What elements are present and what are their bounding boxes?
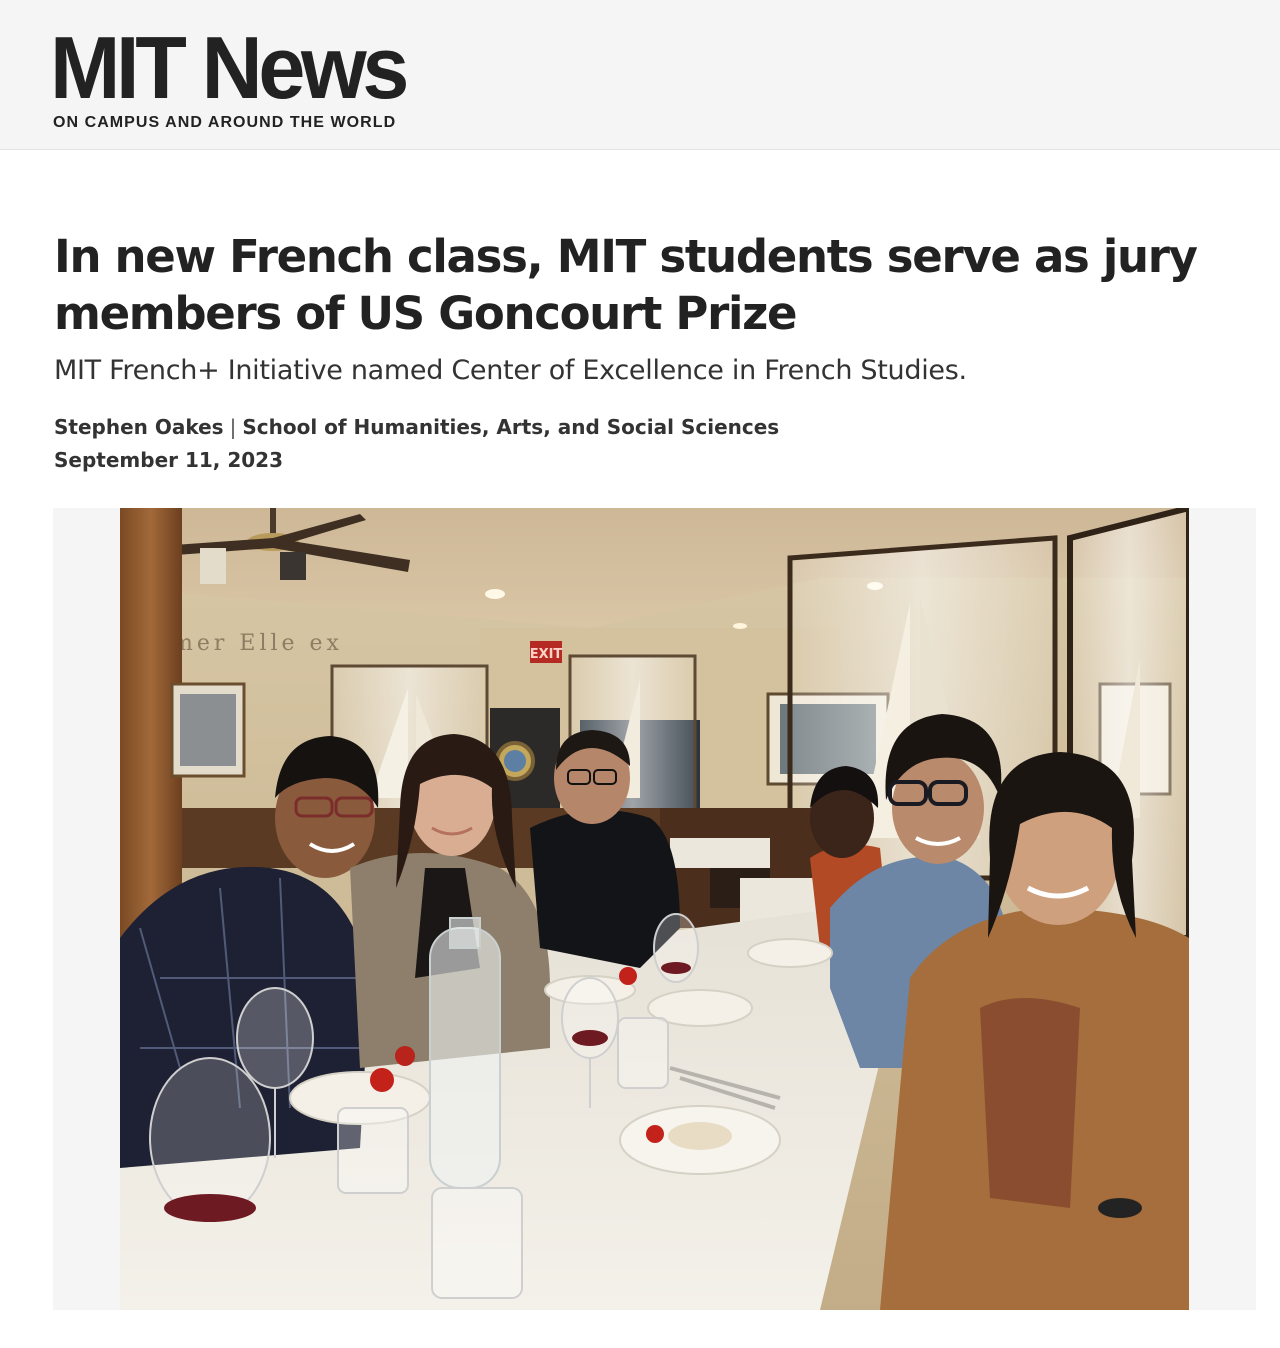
site-header: MIT News ON CAMPUS AND AROUND THE WORLD (0, 0, 1280, 150)
article-header: In new French class, MIT students serve … (54, 228, 1234, 473)
photo-frame: mer Elle ex EXIT (53, 508, 1256, 1310)
article-headline: In new French class, MIT students serve … (54, 230, 1198, 340)
exit-sign-text: EXIT (530, 647, 563, 662)
wall-lettering: mer Elle ex (172, 631, 343, 656)
photo-illustration: mer Elle ex EXIT (120, 508, 1189, 1310)
mit-news-logo-link[interactable]: MIT News ON CAMPUS AND AROUND THE WORLD (50, 18, 420, 133)
group-dinner-photo[interactable]: mer Elle ex EXIT (120, 508, 1189, 1310)
byline: Stephen Oakes | School of Humanities, Arts… (54, 413, 1234, 441)
department-link[interactable]: School of Humanities, Arts, and Social S… (242, 415, 779, 439)
article-dek: MIT French+ Initiative named Center of E… (54, 355, 967, 386)
author-name: Stephen Oakes (54, 415, 224, 439)
byline-separator: | (229, 415, 237, 439)
publish-date: September 11, 2023 (54, 448, 284, 472)
logo-title: MIT News (50, 18, 409, 117)
